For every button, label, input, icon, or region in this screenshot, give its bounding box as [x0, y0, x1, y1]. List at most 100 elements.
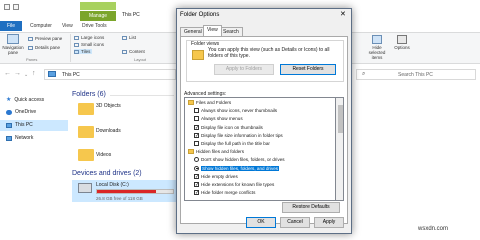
apply-button[interactable]: Apply — [314, 217, 344, 228]
hide-selected-items-button[interactable]: Hide selected items — [364, 35, 390, 60]
reset-folders-button[interactable]: Reset Folders — [280, 64, 336, 75]
checkbox[interactable]: ✓ — [194, 173, 199, 179]
setting-checkbox-item[interactable]: ✓ Hide extensions for known file types — [194, 181, 274, 188]
setting-checkbox-item[interactable]: Display the full path in the title bar — [194, 140, 270, 147]
setting-label: Display the full path in the title bar — [201, 141, 270, 146]
checkbox[interactable]: ✓ — [194, 132, 199, 138]
options-label: Options — [394, 45, 410, 50]
ok-button[interactable]: OK — [246, 217, 276, 228]
folder-label-downloads[interactable]: Downloads — [96, 128, 121, 134]
folders-section-header[interactable]: Folders (6) — [72, 91, 106, 98]
setting-checkbox-item[interactable]: Always show icons, never thumbnails — [194, 107, 277, 114]
dialog-title: Folder Options — [180, 12, 220, 18]
setting-checkbox-item[interactable]: ✓ Display file icon on thumbnails — [194, 124, 263, 131]
scrollbar-thumb[interactable] — [338, 105, 343, 133]
computer-icon — [6, 122, 12, 128]
sidebar-item-label: OneDrive — [15, 109, 37, 115]
setting-checkbox-item[interactable]: ✓ Hide empty drives — [194, 173, 238, 180]
section-divider — [110, 95, 174, 96]
up-arrow-icon[interactable]: ↑ — [32, 70, 36, 77]
content-view-button[interactable]: Content — [122, 49, 145, 54]
preview-pane-label: Preview pane — [35, 36, 63, 41]
radio-button[interactable] — [194, 165, 199, 171]
checkbox[interactable] — [194, 141, 199, 146]
content-label: Content — [129, 49, 145, 54]
cloud-icon — [6, 109, 12, 115]
navigation-pane-button[interactable]: Navigation pane — [2, 34, 24, 55]
setting-radio-item[interactable]: Show hidden files, folders, and drives — [194, 165, 280, 172]
tab-computer[interactable]: Computer — [30, 23, 52, 29]
folder-3d-objects-icon[interactable] — [78, 103, 94, 115]
navigation-pane-icon — [7, 34, 19, 44]
setting-checkbox-item[interactable]: Always show menus — [194, 115, 243, 122]
details-pane-button[interactable]: Details pane — [28, 45, 60, 50]
sidebar-item-network[interactable]: Network — [6, 135, 33, 141]
folder-icon — [188, 100, 194, 105]
network-icon — [6, 135, 12, 141]
checkbox[interactable]: ✓ — [194, 182, 199, 188]
restore-defaults-button[interactable]: Restore Defaults — [282, 202, 340, 213]
tab-general[interactable]: General — [180, 27, 206, 36]
close-icon[interactable]: ✕ — [340, 10, 346, 18]
drive-free-space: 26.8 GB free of 118 GB — [96, 196, 143, 201]
back-arrow-icon[interactable]: ← — [4, 70, 11, 77]
setting-checkbox-item[interactable]: ✓ Hide folder merge conflicts — [194, 189, 255, 196]
tab-file[interactable]: File — [0, 21, 22, 31]
settings-category: Hidden files and folders — [188, 148, 244, 155]
folder-label-videos[interactable]: Videos — [96, 152, 111, 158]
tiles-button[interactable]: Tiles — [74, 49, 93, 54]
checkbox[interactable] — [194, 116, 199, 122]
recent-dropdown-icon[interactable]: ⌄ — [24, 72, 28, 78]
small-icons-label: Small icons — [81, 42, 105, 47]
sidebar-item-label: Quick access — [14, 96, 45, 103]
checkbox[interactable]: ✓ — [194, 190, 199, 196]
tiles-icon — [74, 49, 79, 54]
tab-view-options[interactable]: View — [203, 25, 222, 36]
large-icons-button[interactable]: Large icons — [74, 35, 104, 40]
tab-search[interactable]: Search — [219, 27, 243, 36]
radio-button[interactable] — [194, 157, 199, 163]
list-label: List — [129, 35, 137, 40]
tiles-label: Tiles — [81, 49, 91, 54]
checkbox[interactable] — [194, 108, 199, 114]
settings-category: Files and Folders — [188, 99, 231, 106]
setting-label: Display file icon on thumbnails — [201, 124, 263, 130]
large-icons-icon — [74, 35, 79, 40]
sidebar-item-this-pc[interactable]: This PC — [6, 122, 33, 128]
drives-section-header[interactable]: Devices and drives (2) — [72, 170, 142, 177]
small-icons-button[interactable]: Small icons — [74, 42, 104, 47]
search-placeholder: Search This PC — [398, 72, 433, 78]
setting-radio-item[interactable]: Don't show hidden files, folders, or dri… — [194, 156, 285, 163]
folder-views-icon — [192, 50, 204, 60]
options-button[interactable]: Options — [392, 35, 412, 50]
folder-downloads-icon[interactable] — [78, 126, 94, 138]
setting-checkbox-item[interactable]: ✓ Display file size information in folder… — [194, 132, 283, 139]
tab-view[interactable]: View — [62, 23, 73, 29]
checkbox[interactable]: ✓ — [194, 124, 199, 130]
quick-access-save-icon[interactable] — [4, 4, 10, 10]
list-view-button[interactable]: List — [122, 35, 136, 40]
setting-label: Show hidden files, folders, and drives — [201, 165, 280, 171]
setting-label: Hide empty drives — [201, 173, 238, 179]
folder-label-3d-objects[interactable]: 3D Objects — [96, 103, 121, 109]
preview-pane-button[interactable]: Preview pane — [28, 36, 62, 41]
quick-access-folder-icon[interactable] — [13, 4, 19, 10]
this-pc-icon — [48, 71, 56, 77]
folder-videos-icon[interactable] — [78, 149, 94, 161]
setting-label: Files and Folders — [196, 100, 232, 105]
apply-to-folders-button[interactable]: Apply to Folders — [214, 64, 274, 75]
ribbon-separator — [70, 34, 71, 62]
tab-drive-tools[interactable]: Drive Tools — [82, 23, 107, 29]
setting-label: Display file size information in folder … — [201, 132, 283, 138]
forward-arrow-icon[interactable]: → — [14, 70, 21, 77]
window-title: This PC — [122, 12, 140, 18]
sidebar-item-quick-access[interactable]: ★ Quick access — [6, 96, 45, 104]
context-tab-header — [80, 2, 116, 10]
cancel-button[interactable]: Cancel — [280, 217, 310, 228]
sidebar-item-label: This PC — [15, 122, 33, 128]
hide-selected-label: Hide selected items — [368, 45, 386, 60]
drive-usage-fill — [97, 190, 156, 193]
preview-pane-icon — [28, 36, 33, 41]
hard-drive-icon — [78, 183, 92, 193]
sidebar-item-onedrive[interactable]: OneDrive — [6, 109, 36, 115]
